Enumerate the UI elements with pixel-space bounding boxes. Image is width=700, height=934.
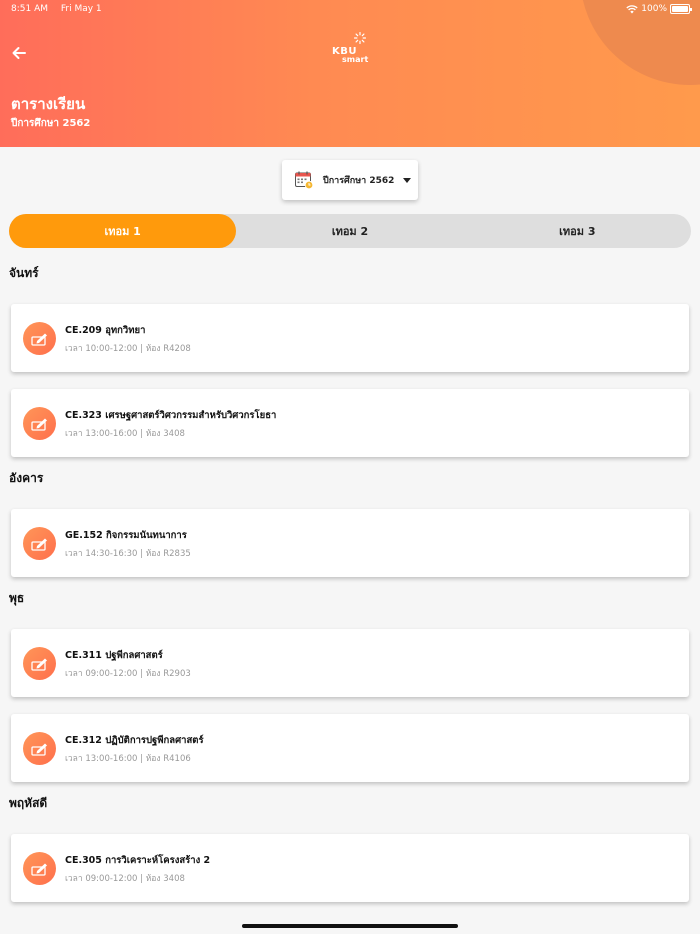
tab-term-2[interactable]: เทอม 2 (236, 214, 463, 248)
status-bar: 8:51 AM Fri May 1 100% (11, 3, 692, 15)
class-title: CE.323 เศรษฐศาสตร์วิศวกรรมสำหรับวิศวกรโย… (65, 410, 277, 421)
page-subtitle: ปีการศึกษา 2562 (11, 118, 91, 129)
edit-book-icon (30, 538, 47, 551)
class-card[interactable]: CE.312 ปฏิบัติการปฐพีกลศาสตร์ เวลา 13:00… (11, 714, 689, 782)
spinner-icon (354, 32, 366, 44)
class-card[interactable]: CE.305 การวิเคราะห์โครงสร้าง 2 เวลา 09:0… (11, 834, 689, 902)
class-card[interactable]: CE.323 เศรษฐศาสตร์วิศวกรรมสำหรับวิศวกรโย… (11, 389, 689, 457)
class-detail: เวลา 13:00-16:00 | ห้อง 3408 (65, 429, 185, 439)
academic-year-label: ปีการศึกษา 2562 (323, 176, 395, 186)
academic-year-dropdown[interactable]: ปีการศึกษา 2562 (282, 160, 418, 200)
chevron-down-icon (403, 177, 412, 183)
class-icon (23, 852, 56, 885)
day-heading: จันทร์ (9, 266, 39, 280)
class-detail: เวลา 10:00-12:00 | ห้อง R4208 (65, 344, 191, 354)
class-icon (23, 407, 56, 440)
class-title: GE.152 กิจกรรมนันทนาการ (65, 530, 187, 541)
term-tabs: เทอม 1 เทอม 2 เทอม 3 (9, 214, 691, 248)
edit-book-icon (30, 743, 47, 756)
battery-icon (670, 4, 692, 14)
class-title: CE.305 การวิเคราะห์โครงสร้าง 2 (65, 855, 211, 866)
class-detail: เวลา 09:00-12:00 | ห้อง 3408 (65, 874, 185, 884)
logo-smart-text: smart (342, 55, 369, 64)
class-card[interactable]: GE.152 กิจกรรมนันทนาการ เวลา 14:30-16:30… (11, 509, 689, 577)
class-detail: เวลา 09:00-12:00 | ห้อง R2903 (65, 669, 191, 679)
tab-term-3[interactable]: เทอม 3 (464, 214, 691, 248)
class-icon (23, 322, 56, 355)
day-heading: อังคาร (9, 471, 44, 485)
edit-book-icon (30, 333, 47, 346)
edit-book-icon (30, 863, 47, 876)
status-date: Fri May 1 (60, 4, 102, 14)
kbu-smart-logo: KBU smart (332, 32, 372, 66)
day-heading: พุธ (9, 591, 25, 605)
class-title: CE.312 ปฏิบัติการปฐพีกลศาสตร์ (65, 735, 204, 746)
class-icon (23, 527, 56, 560)
day-heading: พฤหัสดี (9, 796, 48, 810)
tab-term-1[interactable]: เทอม 1 (9, 214, 237, 248)
status-time: 8:51 AM (11, 4, 48, 14)
class-title: CE.311 ปฐพีกลศาสตร์ (65, 650, 163, 661)
home-indicator[interactable] (242, 924, 458, 928)
class-card[interactable]: CE.209 อุทกวิทยา เวลา 10:00-12:00 | ห้อง… (11, 304, 689, 372)
class-detail: เวลา 14:30-16:30 | ห้อง R2835 (65, 549, 191, 559)
wifi-icon (626, 4, 638, 13)
calendar-icon (295, 171, 314, 190)
app-header: 8:51 AM Fri May 1 100% KBU smart ตารางเร… (0, 0, 700, 147)
class-card[interactable]: CE.311 ปฐพีกลศาสตร์ เวลา 09:00-12:00 | ห… (11, 629, 689, 697)
class-icon (23, 732, 56, 765)
battery-percent: 100% (641, 4, 667, 14)
class-title: CE.209 อุทกวิทยา (65, 325, 146, 336)
edit-book-icon (30, 658, 47, 671)
edit-book-icon (30, 418, 47, 431)
class-icon (23, 647, 56, 680)
back-button[interactable] (10, 44, 28, 62)
class-detail: เวลา 13:00-16:00 | ห้อง R4106 (65, 754, 191, 764)
page-title: ตารางเรียน (11, 95, 86, 113)
